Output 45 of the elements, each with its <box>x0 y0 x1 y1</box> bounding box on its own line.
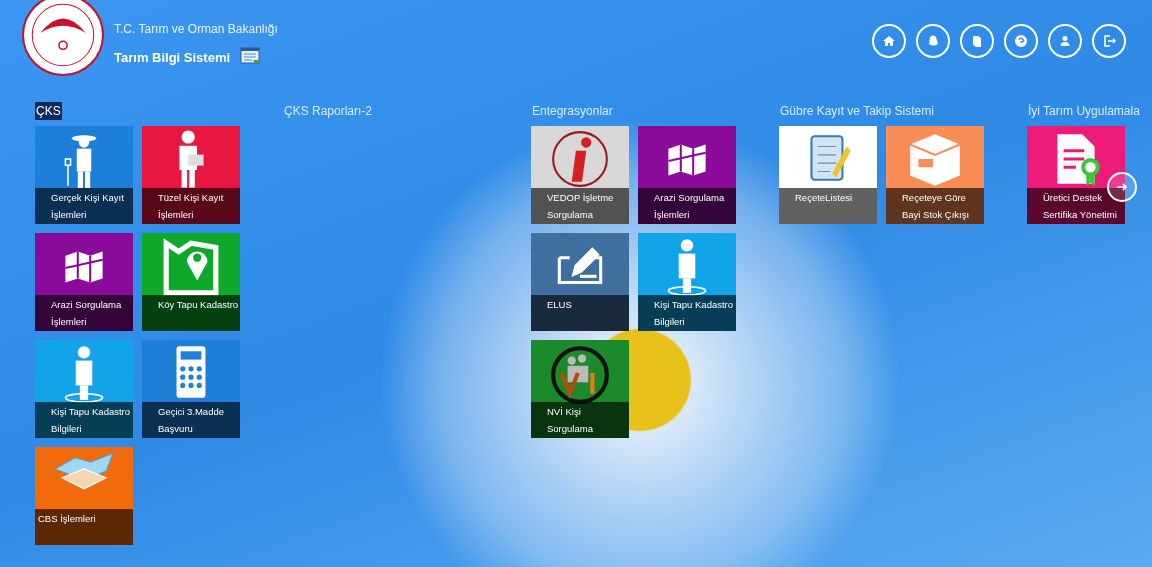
tile-label: Kişi Tapu Kadastro Bilgileri <box>638 295 736 331</box>
app-tile[interactable]: Kişi Tapu Kadastro Bilgileri <box>638 233 736 331</box>
tile-label: Geçici 3.Madde Başvuru <box>142 402 240 438</box>
tile-label: Köy Tapu Kadastro <box>142 295 240 331</box>
user-button[interactable] <box>1048 24 1082 58</box>
book-button[interactable] <box>960 24 994 58</box>
app-tile[interactable]: Üretici Destek Sertifika Yönetimi <box>1027 126 1125 224</box>
tile-label: NVİ Kişi Sorgulama <box>531 402 629 438</box>
app-tile[interactable]: Tüzel Kişi Kayıt İşlemleri <box>142 126 240 224</box>
tile-label: VEDOP İşletme Sorgulama <box>531 188 629 224</box>
tile-label: Reçeteye Göre Bayi Stok Çıkışı <box>886 188 984 224</box>
app-tile[interactable]: Gerçek Kişi Kayıt İşlemleri <box>35 126 133 224</box>
tile-label: Arazi Sorgulama İşlemleri <box>35 295 133 331</box>
tile-label: Tüzel Kişi Kayıt İşlemleri <box>142 188 240 224</box>
tile-label: Gerçek Kişi Kayıt İşlemleri <box>35 188 133 224</box>
app-tile[interactable]: VEDOP İşletme Sorgulama <box>531 126 629 224</box>
help-button[interactable] <box>1004 24 1038 58</box>
app-tile[interactable]: Reçeteye Göre Bayi Stok Çıkışı <box>886 126 984 224</box>
logout-icon <box>1101 33 1117 49</box>
app-tile[interactable]: NVİ Kişi Sorgulama <box>531 340 629 438</box>
tile-label: ReçeteListesi <box>779 188 877 224</box>
bell-button[interactable] <box>916 24 950 58</box>
app-tile[interactable]: Köy Tapu Kadastro <box>142 233 240 331</box>
ministry-name: T.C. Tarım ve Orman Bakanlığı <box>114 22 278 36</box>
next-arrow-button[interactable] <box>1107 172 1137 202</box>
app-tile[interactable]: Kişi Tapu Kadastro Bilgileri <box>35 340 133 438</box>
app-tile[interactable]: Arazi Sorgulama İşlemleri <box>35 233 133 331</box>
app-tile[interactable]: Geçici 3.Madde Başvuru <box>142 340 240 438</box>
info-icon <box>549 128 611 190</box>
tile-label: CBS İşlemleri <box>35 509 133 545</box>
app-tile[interactable]: Arazi Sorgulama İşlemleri <box>638 126 736 224</box>
tile-label: ELUS <box>531 295 629 331</box>
system-title: Tarım Bilgi Sistemi <box>114 49 231 65</box>
terrain-icon <box>53 449 115 491</box>
tile-label: Üretici Destek Sertifika Yönetimi <box>1027 188 1125 224</box>
app-tile[interactable]: ReçeteListesi <box>779 126 877 224</box>
tile-label: Arazi Sorgulama İşlemleri <box>638 188 736 224</box>
home-button[interactable] <box>872 24 906 58</box>
tile-label: Kişi Tapu Kadastro Bilgileri <box>35 402 133 438</box>
app-tile[interactable]: ELUS <box>531 233 629 331</box>
app-tile[interactable]: CBS İşlemleri <box>35 447 133 545</box>
group-heading[interactable]: ÇKS <box>35 102 62 120</box>
home-icon <box>881 33 897 49</box>
logout-button[interactable] <box>1092 24 1126 58</box>
help-icon <box>1013 33 1029 49</box>
